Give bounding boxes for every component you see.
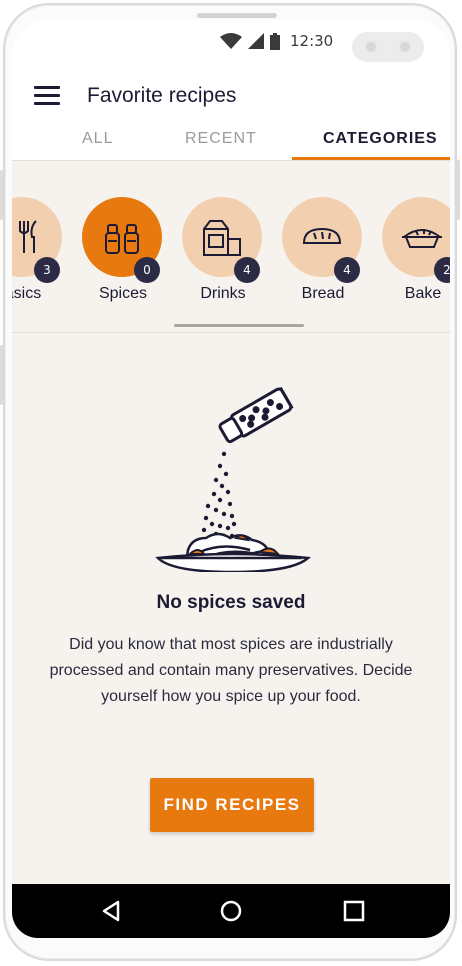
category-label: Bread: [301, 285, 345, 302]
back-icon[interactable]: [98, 898, 124, 924]
tab-bar: ALL RECENT CATEGORIES: [12, 126, 450, 160]
page-title: Favorite recipes: [87, 84, 237, 107]
tab-all[interactable]: ALL: [82, 130, 113, 148]
cutlery-icon: [19, 220, 37, 253]
category-item-basics[interactable]: 3 asics: [12, 197, 64, 303]
home-icon[interactable]: [218, 898, 244, 924]
tab-categories[interactable]: CATEGORIES: [323, 130, 438, 148]
category-item-spices[interactable]: 0 Spices: [82, 197, 164, 303]
category-item-bake[interactable]: 2 Bake: [382, 197, 450, 303]
carousel-scroll-indicator: [174, 324, 304, 327]
category-label: Drinks: [200, 285, 246, 302]
category-count-badge: 2: [434, 257, 450, 283]
category-count-badge: 3: [34, 257, 60, 283]
category-count-badge: 4: [234, 257, 260, 283]
phone-side-button: [457, 160, 460, 220]
front-camera: [352, 32, 424, 62]
status-time: 12:30: [290, 32, 334, 50]
drinks-icon: [203, 220, 241, 256]
empty-state-body: Did you know that most spices are indust…: [49, 636, 413, 705]
category-label: Bake: [404, 285, 442, 302]
category-item-bread[interactable]: 4 Bread: [282, 197, 364, 303]
category-circle: 4: [282, 197, 362, 283]
empty-state-title: No spices saved: [156, 592, 306, 613]
category-carousel[interactable]: 3 asics 0 Spices 4: [12, 161, 450, 333]
screen: 12:30 Favorite recipes ALL RECENT CATEGO…: [12, 20, 450, 938]
wifi-icon: [220, 33, 242, 49]
pie-icon: [402, 229, 442, 248]
signal-icon: [248, 33, 264, 49]
category-circle: 3: [12, 197, 62, 283]
spice-shakers-icon: [105, 224, 139, 254]
phone-side-button: [0, 170, 3, 220]
hamburger-menu-icon[interactable]: [34, 86, 60, 108]
system-nav-bar: [12, 884, 450, 938]
category-circle: 4: [182, 197, 262, 283]
find-recipes-button[interactable]: FIND RECIPES: [150, 778, 314, 832]
divider: [12, 332, 450, 333]
category-count-badge: 0: [134, 257, 160, 283]
category-label: Spices: [98, 285, 148, 302]
speaker-grille: [197, 13, 277, 18]
spice-shaker-over-pasta-illustration: [155, 386, 311, 572]
status-bar: 12:30: [12, 20, 450, 62]
recents-icon[interactable]: [341, 898, 367, 924]
bread-icon: [302, 227, 342, 244]
battery-icon: [270, 32, 280, 50]
tab-recent[interactable]: RECENT: [185, 130, 257, 148]
category-circle: 2: [382, 197, 450, 283]
category-count-badge: 4: [334, 257, 360, 283]
category-label: asics: [12, 285, 42, 302]
category-item-drinks[interactable]: 4 Drinks: [182, 197, 264, 303]
category-circle: 0: [82, 197, 162, 283]
phone-side-button: [0, 345, 3, 405]
